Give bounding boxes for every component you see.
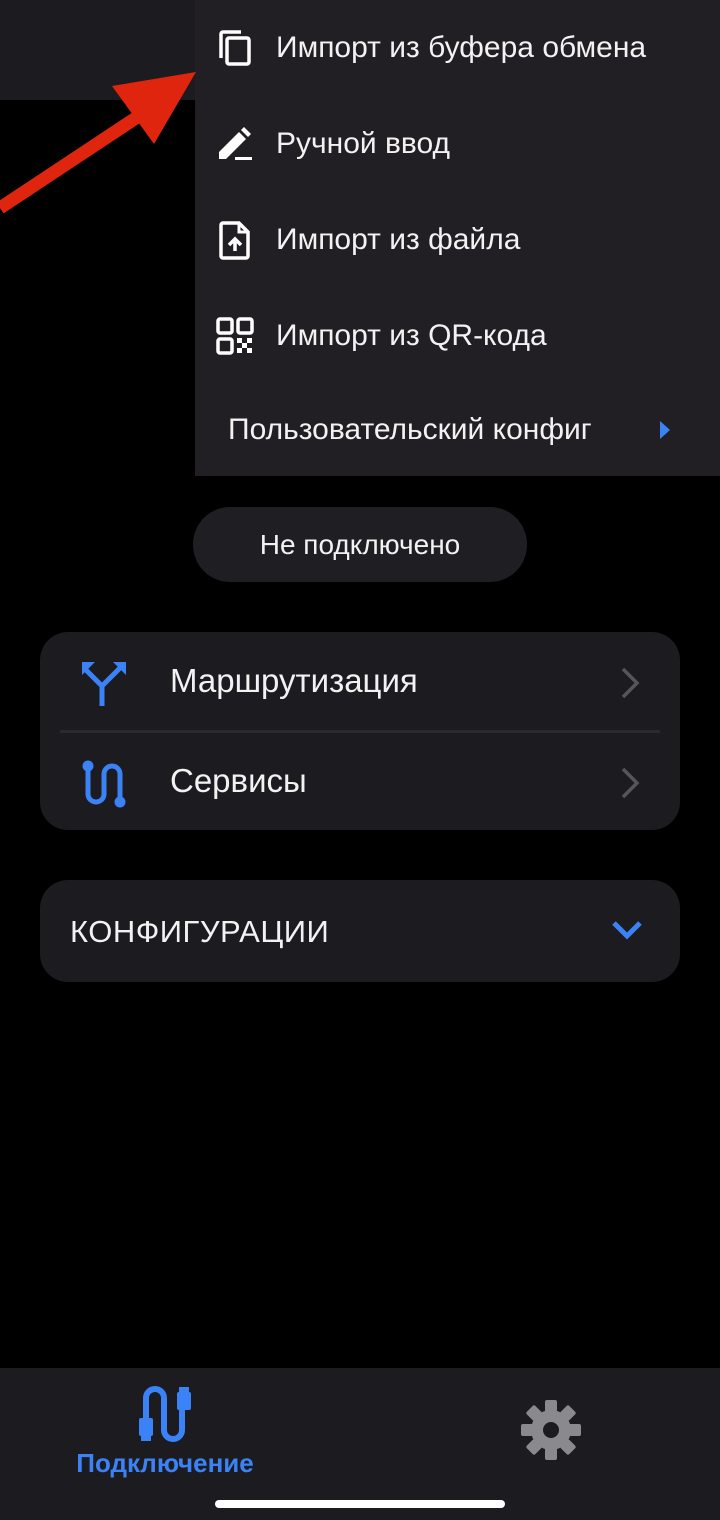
connection-cable-icon bbox=[135, 1384, 195, 1446]
chevron-right-icon bbox=[620, 766, 640, 800]
nav-connection-label: Подключение bbox=[76, 1448, 254, 1478]
routing-row[interactable]: Маршрутизация bbox=[40, 632, 680, 730]
connection-status-badge: Не подключено bbox=[193, 507, 527, 582]
menu-item-custom-config[interactable]: Пользовательский конфиг bbox=[195, 382, 720, 478]
configs-section[interactable]: КОНФИГУРАЦИИ bbox=[40, 880, 680, 982]
menu-item-import-clipboard[interactable]: Импорт из буфера обмена bbox=[195, 0, 720, 96]
chevron-right-icon bbox=[657, 418, 673, 442]
menu-item-import-file[interactable]: Импорт из файла bbox=[195, 192, 720, 288]
nav-tab-connection[interactable]: Подключение bbox=[60, 1368, 270, 1488]
qr-code-icon bbox=[215, 316, 255, 356]
menu-item-label: Импорт из буфера обмена bbox=[276, 31, 647, 64]
home-indicator[interactable] bbox=[215, 1500, 505, 1508]
menu-item-label: Ручной ввод bbox=[276, 127, 451, 160]
edit-pencil-icon bbox=[215, 124, 255, 164]
menu-item-label: Импорт из QR-кода bbox=[276, 319, 547, 352]
file-upload-icon bbox=[215, 220, 255, 260]
services-row[interactable]: Сервисы bbox=[40, 732, 680, 830]
routing-split-icon bbox=[80, 660, 128, 708]
chevron-down-icon bbox=[610, 918, 644, 942]
gear-icon[interactable] bbox=[518, 1398, 584, 1462]
add-config-dropdown-menu: Импорт из буфера обмена Ручной ввод Импо… bbox=[195, 0, 720, 476]
services-label: Сервисы bbox=[170, 762, 307, 799]
configs-title: КОНФИГУРАЦИИ bbox=[70, 914, 330, 949]
menu-item-label: Импорт из файла bbox=[276, 223, 521, 256]
chevron-right-icon bbox=[620, 666, 640, 700]
bottom-navigation: Подключение bbox=[0, 1368, 720, 1520]
menu-item-manual-input[interactable]: Ручной ввод bbox=[195, 96, 720, 192]
menu-item-label: Пользовательский конфиг bbox=[228, 413, 592, 446]
copy-icon bbox=[215, 28, 255, 68]
services-path-icon bbox=[80, 760, 128, 808]
menu-item-import-qr[interactable]: Импорт из QR-кода bbox=[195, 288, 720, 384]
routes-card: Маршрутизация Сервисы bbox=[40, 632, 680, 830]
routing-label: Маршрутизация bbox=[170, 662, 418, 699]
